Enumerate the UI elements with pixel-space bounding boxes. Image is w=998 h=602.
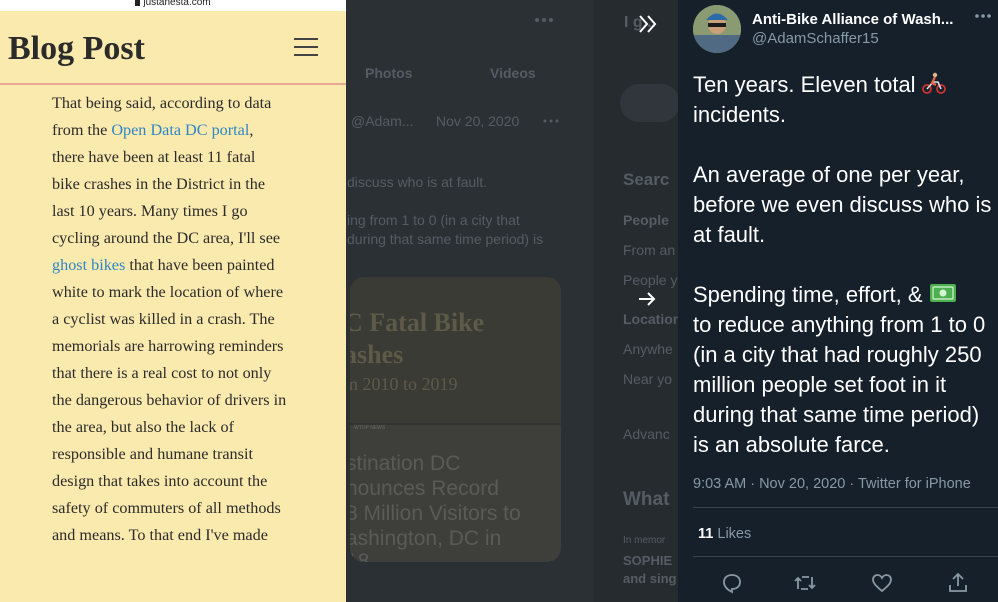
next-arrow-icon[interactable]: [637, 289, 657, 309]
paragraph-text: , there have been at least 11 fatal bike…: [52, 121, 281, 247]
trend-label: In memor: [623, 535, 666, 546]
tweet-text-span: Spending time, effort, &: [693, 282, 929, 307]
filter-option[interactable]: From an: [623, 242, 675, 258]
avatar-photo: [693, 5, 741, 53]
background-twitter-page: Photos Videos @Adam... Nov 20, 2020 disc…: [346, 0, 678, 602]
tweet-date[interactable]: Nov 20, 2020: [436, 113, 519, 129]
advanced-search-link[interactable]: Advanc: [623, 426, 670, 442]
tweet-text-line: ing from 1 to 0 (in a city that: [347, 212, 520, 228]
card-subtitle: m 2010 to 2019: [350, 374, 458, 394]
likes-number: 11: [698, 526, 714, 542]
share-icon[interactable]: [946, 571, 970, 595]
display-name[interactable]: Anti-Bike Alliance of Wash...: [752, 11, 958, 29]
search-heading: Searc: [623, 170, 670, 189]
tweet-text: Ten years. Eleven total incidents. An av…: [693, 70, 993, 460]
avatar[interactable]: [693, 5, 741, 53]
open-data-dc-link[interactable]: Open Data DC portal: [111, 121, 249, 139]
divider: [693, 507, 998, 508]
card-headline-line: ashington, DC in: [350, 527, 502, 550]
blog-page: justanesta.com Blog Post That being said…: [0, 0, 346, 602]
blog-header: Blog Post: [0, 11, 346, 85]
likes-label: Likes: [717, 526, 752, 542]
filter-option[interactable]: Anywhe: [623, 341, 673, 357]
link-card[interactable]: C Fatal Bike ashes m 2010 to 2019 WTOP N…: [350, 277, 561, 562]
divider: [693, 556, 998, 557]
more-icon[interactable]: [542, 115, 560, 127]
tweet-meta[interactable]: 9:03 AM · Nov 20, 2020 · Twitter for iPh…: [693, 475, 971, 493]
more-options-icon[interactable]: [973, 8, 993, 24]
card-headline-line: stination DC: [350, 452, 461, 475]
card-title-line: C Fatal Bike: [350, 308, 485, 337]
collapse-chevrons-icon[interactable]: [637, 13, 659, 35]
hamburger-menu-icon[interactable]: [294, 38, 318, 58]
search-pill[interactable]: [620, 84, 678, 122]
lock-icon: [135, 0, 141, 6]
filter-option[interactable]: People y: [623, 272, 677, 288]
money-bag-icon: [929, 284, 956, 302]
card-tag: WTOP NEWS: [354, 425, 386, 431]
more-icon[interactable]: [529, 13, 559, 27]
tab-photos[interactable]: Photos: [365, 65, 412, 81]
filter-option[interactable]: Near yo: [623, 371, 672, 387]
card-lower: WTOP NEWS stination DC nounces Record 8 …: [350, 425, 561, 562]
tab-videos[interactable]: Videos: [490, 65, 536, 81]
card-headline-line: 8 Million Visitors to: [350, 502, 521, 525]
trend-name[interactable]: SOPHIE: [623, 553, 672, 568]
whats-happening-heading: What: [623, 489, 670, 510]
tweet-text-line: during that same time period) is: [347, 231, 544, 247]
card-headline-line: nounces Record: [350, 477, 499, 500]
page-title: Blog Post: [8, 30, 145, 67]
blog-paragraph: That being said, according to data from …: [52, 90, 287, 549]
tweet-panel: Anti-Bike Alliance of Wash... @AdamSchaf…: [678, 0, 998, 602]
tweet-text-span: to reduce anything from 1 to 0 (in a cit…: [693, 312, 986, 457]
filter-label: People: [623, 212, 669, 228]
like-heart-icon[interactable]: [870, 571, 894, 595]
card-headline-line: 18: [350, 550, 370, 562]
paragraph-text: that have been painted white to mark the…: [52, 256, 287, 544]
ghost-bikes-link[interactable]: ghost bikes: [52, 256, 125, 274]
trend-line: and sing: [623, 571, 677, 586]
filter-label: Location: [623, 311, 678, 327]
person-biking-icon: [921, 72, 946, 94]
card-title-line: ashes: [350, 340, 404, 369]
url-text: justanesta.com: [143, 0, 211, 8]
browser-url-bar[interactable]: justanesta.com: [0, 0, 346, 11]
tweet-text-span: Ten years. Eleven total: [693, 72, 922, 97]
retweet-icon[interactable]: [793, 571, 817, 595]
tweet-handle[interactable]: @Adam...: [351, 113, 413, 129]
user-handle[interactable]: @AdamSchaffer15: [752, 30, 879, 48]
reply-icon[interactable]: [720, 571, 744, 595]
tweet-text-span: incidents.: [693, 102, 786, 127]
tweet-text-line: discuss who is at fault.: [347, 174, 488, 190]
tweet-paragraph: An average of one per year, before we ev…: [693, 162, 992, 247]
likes-count[interactable]: 11 Likes: [698, 525, 751, 543]
